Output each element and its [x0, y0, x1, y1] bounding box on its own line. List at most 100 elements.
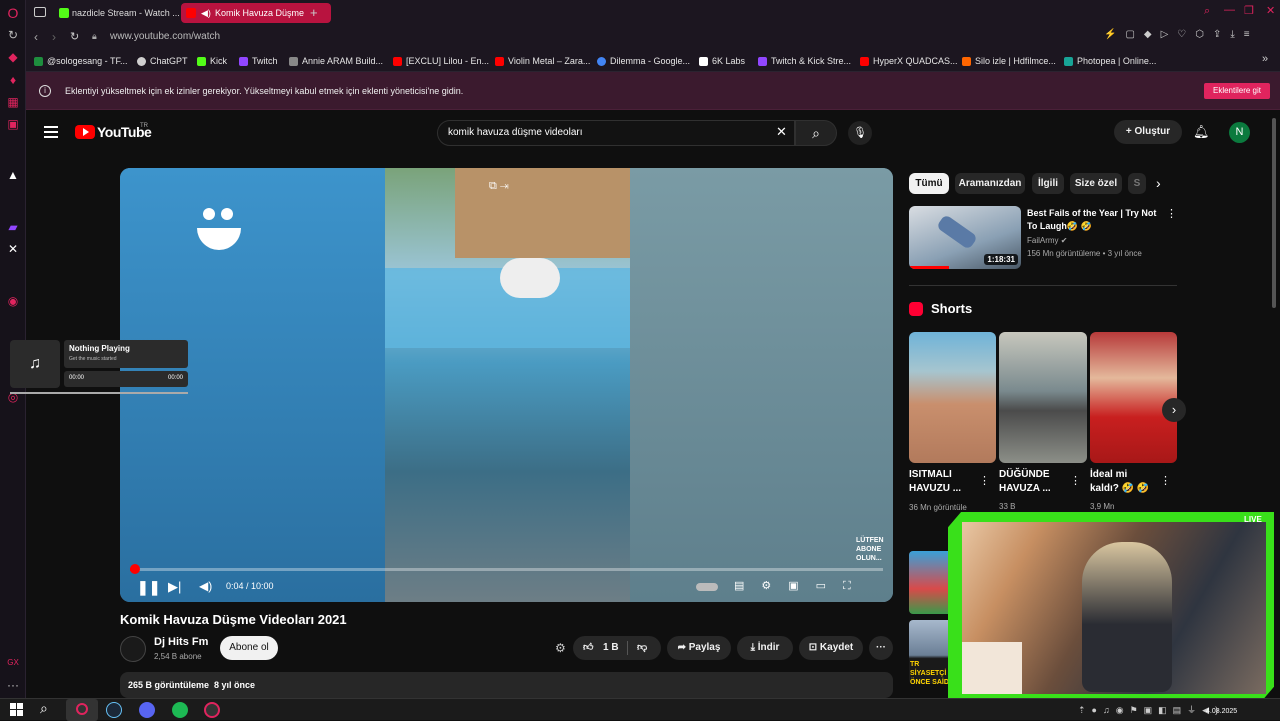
search-taskbar-icon[interactable]: ⌕: [40, 700, 48, 717]
app-taskbar-icon[interactable]: [204, 702, 220, 718]
short-thumbnail[interactable]: [999, 332, 1087, 463]
music-note-icon[interactable]: ♫: [10, 340, 60, 388]
clear-search-icon[interactable]: ✕: [776, 124, 787, 140]
volume-icon[interactable]: ◀): [199, 579, 212, 593]
youtube-logo-icon[interactable]: [75, 125, 95, 139]
bookmark-item[interactable]: Violin Metal – Zara...: [495, 54, 590, 68]
tab-overview-icon[interactable]: [34, 7, 46, 17]
chip-from-search[interactable]: Aramanızdan: [955, 173, 1025, 194]
opera-logo-icon[interactable]: O: [6, 6, 20, 20]
tab-youtube-active[interactable]: ◀) Komik Havuza Düşme: [181, 3, 331, 23]
short-title[interactable]: İdeal mi kaldı? 🤣 🤣: [1090, 468, 1156, 496]
subscribe-button[interactable]: Abone ol: [220, 636, 278, 660]
bookmark-item[interactable]: Twitch & Kick Stre...: [758, 54, 851, 68]
search-button[interactable]: ⌕: [795, 120, 837, 146]
short-thumbnail[interactable]: [1090, 332, 1177, 463]
minimize-button[interactable]: —: [1224, 4, 1235, 16]
video-duration: 1:18:31: [984, 254, 1018, 265]
short-menu-icon[interactable]: ⋮: [1070, 474, 1081, 487]
share-button[interactable]: ➦ Paylaş: [667, 636, 731, 660]
gallery-icon[interactable]: ▦: [6, 95, 20, 109]
close-window-button[interactable]: ✕: [1266, 4, 1275, 17]
tab-kick-stream[interactable]: nazdicle Stream - Watch ...: [54, 3, 196, 23]
dislike-icon[interactable]: 👎︎: [637, 636, 647, 660]
create-button[interactable]: + Oluştur: [1114, 120, 1182, 144]
bookmark-item[interactable]: Photopea | Online...: [1064, 54, 1156, 68]
aria-icon[interactable]: ◆: [6, 50, 20, 64]
url-field[interactable]: www.youtube.com/watch: [110, 31, 220, 42]
chips-next-icon[interactable]: ›: [1156, 175, 1161, 191]
twitch-icon[interactable]: ▰: [6, 220, 20, 234]
player-controls-right[interactable]: ▤⚙▣▭⛶: [734, 579, 868, 593]
steam-icon[interactable]: [106, 702, 122, 718]
maximize-button[interactable]: ❐: [1244, 4, 1254, 17]
app-icon[interactable]: ▲: [6, 168, 20, 182]
save-button[interactable]: ⊡ Kaydet: [799, 636, 863, 660]
bookmark-item[interactable]: ChatGPT: [137, 54, 188, 68]
toolbar-icons[interactable]: ⚡▢◆▷♡⬡⇪⤓≡: [1104, 29, 1259, 40]
bookmark-item[interactable]: HyperX QUADCAS...: [860, 54, 958, 68]
download-button[interactable]: ⤓ İndir: [737, 636, 793, 660]
reload-icon[interactable]: ↻: [6, 28, 20, 42]
description-box[interactable]: 265 B görüntüleme 8 yıl önce: [120, 672, 893, 698]
bookmark-item[interactable]: Kick: [197, 54, 227, 68]
next-button[interactable]: ▶|: [168, 579, 181, 595]
avatar[interactable]: N: [1229, 122, 1250, 143]
more-icon[interactable]: ···: [6, 678, 20, 692]
menu-icon[interactable]: [44, 126, 58, 138]
pause-button[interactable]: ❚❚: [137, 579, 160, 596]
gx-icon[interactable]: GX: [6, 656, 20, 670]
bookmark-item[interactable]: @sologesang - TF...: [34, 54, 128, 68]
music-progress[interactable]: [10, 392, 188, 394]
search-input[interactable]: komik havuza düşme videoları ✕: [437, 120, 795, 146]
channel-avatar[interactable]: [120, 636, 146, 662]
chip-related[interactable]: İlgili: [1032, 173, 1064, 194]
recommended-channel[interactable]: FailArmy: [1027, 236, 1059, 245]
recommended-title[interactable]: Best Fails of the Year | Try Not To Laug…: [1027, 207, 1161, 233]
recommended-thumbnail[interactable]: 1:18:31: [909, 206, 1021, 269]
system-tray-icons[interactable]: ⇡●♫◉⚑▣◧▤⏚◀): [1078, 703, 1224, 716]
recommended-menu-icon[interactable]: ⋮: [1166, 207, 1177, 220]
bookmark-item[interactable]: Twitch: [239, 54, 278, 68]
chip-overflow[interactable]: S: [1128, 173, 1146, 194]
bookmark-item[interactable]: Dilemma - Google...: [597, 54, 690, 68]
spotify-icon[interactable]: [172, 702, 188, 718]
back-button[interactable]: ‹: [34, 30, 38, 44]
short-thumbnail[interactable]: [909, 332, 996, 463]
expand-icon[interactable]: ⧉ ⇥: [489, 180, 509, 193]
discord-icon[interactable]: [139, 702, 155, 718]
reload-button[interactable]: ↻: [70, 30, 79, 43]
go-to-extensions-button[interactable]: Eklentilere git: [1204, 83, 1270, 99]
short-title[interactable]: DÜĞÜNDE HAVUZA ...: [999, 468, 1065, 496]
chip-for-you[interactable]: Size özel: [1070, 173, 1122, 194]
x-icon[interactable]: ✕: [6, 242, 20, 256]
bookmark-item[interactable]: Silo izle | Hdfilmce...: [962, 54, 1056, 68]
autoplay-toggle[interactable]: [696, 583, 718, 591]
short-menu-icon[interactable]: ⋮: [1160, 474, 1171, 487]
clip-icon[interactable]: ⚙: [555, 641, 566, 655]
new-tab-button[interactable]: +: [310, 5, 318, 20]
wallet-icon[interactable]: ▣: [6, 117, 20, 131]
like-icon[interactable]: 👍︎: [583, 636, 593, 660]
mic-button[interactable]: 🎙︎: [848, 121, 872, 145]
opera-taskbar-icon[interactable]: [66, 699, 98, 721]
channel-name[interactable]: Dj Hits Fm: [154, 636, 208, 648]
video-player[interactable]: ⧉ ⇥ LÜTFEN ABONE OLUN... ❚❚ ▶| ◀) 0:04 /…: [120, 168, 893, 602]
chip-all[interactable]: Tümü: [909, 173, 949, 194]
bookmark-item[interactable]: Annie ARAM Build...: [289, 54, 383, 68]
start-icon[interactable]: [10, 703, 23, 716]
flame-icon[interactable]: ♦: [6, 73, 20, 87]
bookmark-item[interactable]: 6K Labs: [699, 54, 745, 68]
notifications-icon[interactable]: 🔔︎: [1193, 124, 1210, 140]
player-icon[interactable]: ◉: [6, 294, 20, 308]
shorts-next-button[interactable]: ›: [1162, 398, 1186, 422]
short-menu-icon[interactable]: ⋮: [979, 474, 990, 487]
bookmarks-overflow-icon[interactable]: »: [1262, 53, 1268, 65]
forward-button[interactable]: ›: [52, 30, 56, 44]
bookmark-item[interactable]: [EXCLU] Lilou - En...: [393, 54, 489, 68]
short-title[interactable]: ISITMALI HAVUZU ...: [909, 468, 975, 496]
search-tabs-icon[interactable]: ⌕: [1204, 5, 1210, 18]
page-scrollbar[interactable]: [1272, 118, 1276, 308]
more-actions-button[interactable]: ···: [869, 636, 893, 660]
progress-bar[interactable]: [130, 564, 883, 574]
